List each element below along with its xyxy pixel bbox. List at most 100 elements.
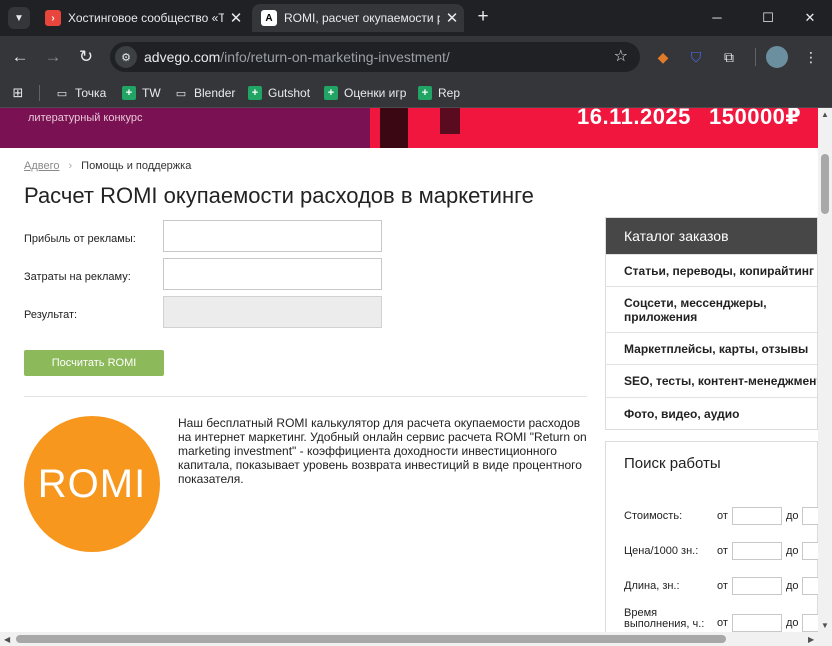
bookmark-label: Оценки игр bbox=[344, 86, 407, 100]
tab-search-button[interactable]: ▼ bbox=[8, 7, 30, 29]
catalog-item-articles[interactable]: Статьи, переводы, копирайтинг bbox=[606, 254, 817, 286]
folder-icon: ▭ bbox=[56, 87, 68, 100]
result-label: Результат: bbox=[24, 309, 78, 321]
vertical-scroll-thumb[interactable] bbox=[821, 154, 829, 214]
green-bookmark-icon: + bbox=[418, 86, 432, 100]
to-label: до bbox=[786, 510, 799, 522]
url-domain: advego.com bbox=[144, 49, 221, 65]
back-arrow-icon[interactable]: ← bbox=[8, 45, 32, 69]
cost-input[interactable] bbox=[163, 258, 382, 290]
bookmark-rep[interactable]: + Rep bbox=[418, 83, 460, 103]
cost-from-input[interactable] bbox=[732, 507, 782, 525]
profile-avatar[interactable] bbox=[766, 46, 788, 68]
profit-input[interactable] bbox=[163, 220, 382, 252]
breadcrumb-current: Помощь и поддержка bbox=[81, 160, 192, 172]
from-label: от bbox=[717, 580, 728, 592]
description-text: Наш бесплатный ROMI калькулятор для расч… bbox=[178, 416, 587, 486]
url-text[interactable]: advego.com/info/return-on-marketing-inve… bbox=[144, 49, 450, 65]
contest-banner[interactable]: литературный конкурс 16.11.2025 150000₽ bbox=[0, 108, 818, 148]
minimize-button[interactable]: ─ bbox=[704, 6, 730, 30]
advego-favicon-icon: A bbox=[261, 10, 277, 26]
tab-strip: ▼ › Хостинговое сообщество «Tim ✕ A ROMI… bbox=[0, 0, 832, 36]
catalog-item-photo[interactable]: Фото, видео, аудио bbox=[606, 397, 817, 429]
address-bar[interactable]: ⚙ advego.com/info/return-on-marketing-in… bbox=[110, 42, 640, 72]
green-bookmark-icon: + bbox=[324, 86, 338, 100]
cost-to-input[interactable] bbox=[802, 507, 818, 525]
logo-text: ROMI bbox=[37, 461, 147, 506]
extensions-puzzle-icon[interactable]: ⧉ bbox=[718, 46, 740, 68]
site-info-icon[interactable]: ⚙ bbox=[115, 46, 137, 68]
tab-romi-calculator[interactable]: A ROMI, расчет окупаемости рас ✕ bbox=[252, 4, 464, 32]
bookmark-tochka[interactable]: ▭ Точка bbox=[55, 83, 106, 103]
romi-logo: ROMI bbox=[24, 416, 160, 552]
bookmarks-divider bbox=[39, 85, 40, 101]
banner-subtitle: литературный конкурс bbox=[28, 112, 143, 124]
filter-price-label: Цена/1000 зн.: bbox=[624, 545, 699, 557]
url-path: /info/return-on-marketing-investment/ bbox=[220, 49, 450, 65]
cost-label: Затраты на рекламу: bbox=[24, 271, 131, 283]
breadcrumb-separator-icon: › bbox=[68, 160, 73, 172]
breadcrumb-home-link[interactable]: Адвего bbox=[24, 160, 59, 172]
banner-figure bbox=[440, 108, 460, 134]
bookmark-blender[interactable]: ▭ Blender bbox=[174, 83, 236, 103]
menu-dots-icon[interactable]: ⋮ bbox=[800, 46, 822, 68]
banner-date: 16.11.2025 bbox=[577, 108, 691, 129]
breadcrumb: Адвего › Помощь и поддержка bbox=[24, 160, 191, 172]
job-search-title: Поиск работы bbox=[624, 455, 721, 472]
banner-prize: 150000₽ bbox=[709, 108, 802, 129]
scroll-down-arrow-icon[interactable]: ▼ bbox=[821, 621, 829, 630]
length-from-input[interactable] bbox=[732, 577, 782, 595]
bookmark-label: Blender bbox=[194, 86, 236, 100]
hosting-favicon-icon: › bbox=[45, 10, 61, 26]
to-label: до bbox=[786, 617, 799, 629]
divider bbox=[24, 396, 587, 397]
price-from-input[interactable] bbox=[732, 542, 782, 560]
page-content: литературный конкурс 16.11.2025 150000₽ … bbox=[0, 108, 818, 632]
calculate-romi-button[interactable]: Посчитать ROMI bbox=[24, 350, 164, 376]
tab-hosting-community[interactable]: › Хостинговое сообщество «Tim ✕ bbox=[36, 4, 248, 32]
length-to-input[interactable] bbox=[802, 577, 818, 595]
catalog-item-social[interactable]: Соцсети, мессенджеры, приложения bbox=[606, 286, 817, 332]
bookmark-label: Rep bbox=[438, 86, 461, 100]
bookmark-label: TW bbox=[142, 86, 161, 100]
time-from-input[interactable] bbox=[732, 614, 782, 632]
browser-toolbar: ← → ↻ ⚙ advego.com/info/return-on-market… bbox=[0, 36, 832, 78]
green-bookmark-icon: + bbox=[122, 86, 136, 100]
catalog-item-seo[interactable]: SEO, тесты, контент-менеджмент bbox=[606, 364, 817, 397]
horizontal-scroll-thumb[interactable] bbox=[16, 635, 726, 643]
metamask-fox-icon[interactable]: ◆ bbox=[652, 46, 674, 68]
bookmarks-bar: ⊞ ▭ Точка + TW ▭ Blender + Gutshot + Оценки и… bbox=[0, 78, 832, 108]
bookmark-label: Gutshot bbox=[268, 86, 311, 100]
bookmark-ocenki-igr[interactable]: + Оценки игр bbox=[324, 83, 406, 103]
bookmark-tw[interactable]: + TW bbox=[122, 83, 161, 103]
profit-label: Прибыль от рекламы: bbox=[24, 233, 136, 245]
result-field bbox=[163, 296, 382, 328]
from-label: от bbox=[717, 510, 728, 522]
bookmark-gutshot[interactable]: + Gutshot bbox=[248, 83, 310, 103]
time-to-input[interactable] bbox=[802, 614, 818, 632]
catalog-item-marketplaces[interactable]: Маркетплейсы, карты, отзывы bbox=[606, 332, 817, 364]
bookmark-star-icon[interactable]: ☆ bbox=[614, 46, 628, 66]
close-tab-icon[interactable]: ✕ bbox=[440, 9, 464, 27]
password-manager-icon[interactable]: ⛉ bbox=[685, 46, 707, 68]
to-label: до bbox=[786, 545, 799, 557]
scroll-right-arrow-icon[interactable]: ▶ bbox=[808, 635, 814, 644]
green-bookmark-icon: + bbox=[248, 86, 262, 100]
banner-figure bbox=[380, 108, 408, 148]
new-tab-button[interactable]: + bbox=[472, 6, 494, 28]
scroll-up-arrow-icon[interactable]: ▲ bbox=[821, 110, 829, 119]
forward-arrow-icon[interactable]: → bbox=[41, 45, 65, 69]
apps-grid-icon[interactable]: ⊞ bbox=[11, 83, 31, 103]
close-window-button[interactable]: ✕ bbox=[797, 6, 823, 30]
filter-cost-label: Стоимость: bbox=[624, 510, 683, 522]
from-label: от bbox=[717, 545, 728, 557]
filter-length-label: Длина, зн.: bbox=[624, 580, 680, 592]
orders-catalog: Каталог заказов Статьи, переводы, копира… bbox=[605, 217, 818, 430]
maximize-button[interactable]: ☐ bbox=[755, 6, 781, 30]
close-tab-icon[interactable]: ✕ bbox=[224, 9, 248, 27]
scroll-left-arrow-icon[interactable]: ◀ bbox=[4, 635, 10, 644]
to-label: до bbox=[786, 580, 799, 592]
price-to-input[interactable] bbox=[802, 542, 818, 560]
reload-icon[interactable]: ↻ bbox=[74, 45, 98, 69]
bookmark-label: Точка bbox=[75, 86, 107, 100]
